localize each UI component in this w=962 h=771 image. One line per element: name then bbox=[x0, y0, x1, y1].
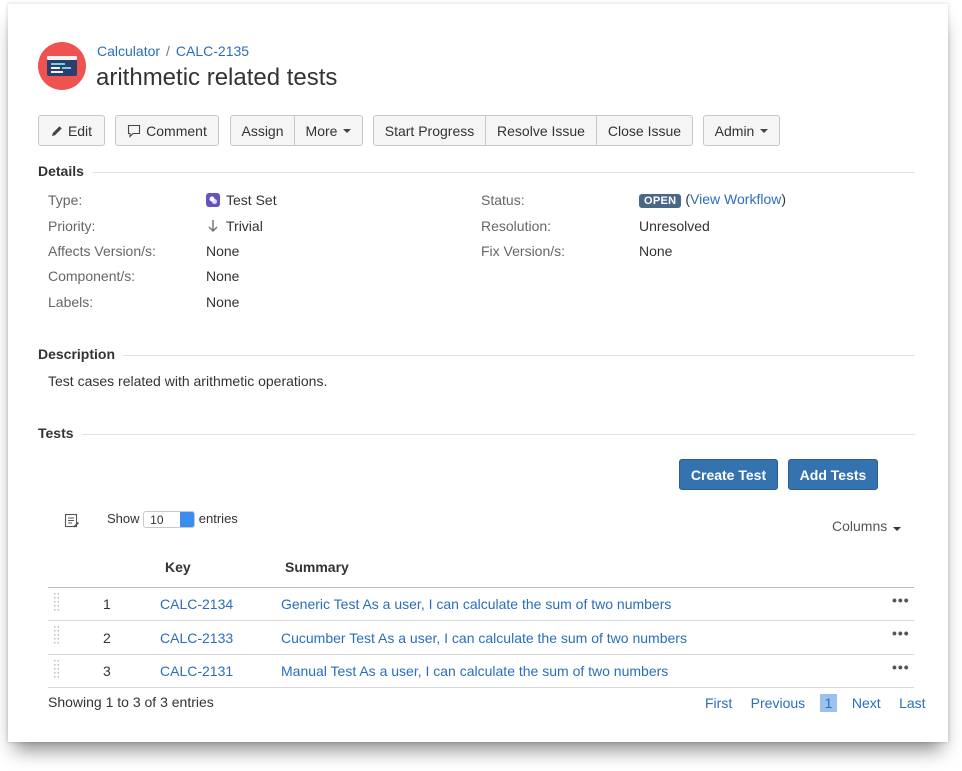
pager-next[interactable]: Next bbox=[852, 695, 881, 711]
description-heading: Description bbox=[38, 346, 124, 362]
select-spinner-icon bbox=[180, 512, 195, 528]
issue-view-card: Calculator / CALC-2135 arithmetic related … bbox=[8, 4, 948, 742]
summary-column-header[interactable]: Summary bbox=[285, 559, 349, 575]
component-value: None bbox=[206, 268, 240, 284]
comment-button[interactable]: Comment bbox=[115, 115, 219, 146]
description-divider bbox=[38, 355, 915, 356]
details-divider bbox=[38, 172, 915, 173]
component-label: Component/s: bbox=[48, 268, 136, 284]
table-row-divider bbox=[48, 654, 914, 655]
pager-current-page[interactable]: 1 bbox=[819, 694, 838, 712]
test-summary-link[interactable]: Generic Test As a user, I can calculate … bbox=[281, 596, 671, 612]
test-key-link[interactable]: CALC-2131 bbox=[160, 663, 233, 679]
add-tests-button[interactable]: Add Tests bbox=[788, 459, 878, 490]
admin-button[interactable]: Admin bbox=[703, 115, 780, 146]
test-set-icon bbox=[206, 193, 220, 207]
affects-version-value: None bbox=[206, 243, 240, 259]
pager-last[interactable]: Last bbox=[899, 695, 925, 711]
row-actions-icon[interactable]: ••• bbox=[892, 592, 910, 608]
entries-label: entries bbox=[198, 511, 238, 526]
view-workflow-link[interactable]: View Workflow bbox=[690, 191, 781, 207]
table-row-divider bbox=[48, 620, 914, 621]
row-number: 3 bbox=[103, 663, 111, 679]
row-number: 2 bbox=[103, 630, 111, 646]
drag-handle-icon[interactable] bbox=[53, 659, 61, 686]
pager-previous[interactable]: Previous bbox=[751, 695, 805, 711]
row-actions-icon[interactable]: ••• bbox=[892, 659, 910, 675]
table-bottom-divider bbox=[48, 687, 914, 688]
resolution-label: Resolution: bbox=[481, 218, 552, 234]
drag-handle-icon[interactable] bbox=[53, 625, 61, 652]
pagination: First Previous 1 Next Last bbox=[705, 694, 926, 713]
status-badge: OPEN bbox=[639, 194, 682, 208]
test-summary-link[interactable]: Manual Test As a user, I can calculate t… bbox=[281, 663, 668, 679]
chevron-down-icon bbox=[343, 128, 352, 133]
resolution-value: Unresolved bbox=[639, 218, 710, 234]
status-label: Status: bbox=[481, 192, 525, 208]
tests-divider bbox=[38, 434, 915, 435]
tests-heading: Tests bbox=[38, 425, 82, 441]
comment-icon bbox=[128, 124, 141, 138]
test-summary-link[interactable]: Cucumber Test As a user, I can calculate… bbox=[281, 630, 687, 646]
columns-dropdown[interactable]: Columns bbox=[832, 518, 902, 534]
showing-entries-text: Showing 1 to 3 of 3 entries bbox=[48, 694, 214, 710]
labels-label: Labels: bbox=[48, 294, 94, 310]
key-column-header[interactable]: Key bbox=[165, 559, 191, 575]
priority-value: Trivial bbox=[206, 218, 263, 234]
breadcrumb: Calculator / CALC-2135 bbox=[97, 43, 250, 59]
labels-value: None bbox=[206, 294, 240, 310]
entries-control: Show 10 entries bbox=[107, 511, 238, 529]
create-test-button[interactable]: Create Test bbox=[679, 459, 778, 490]
table-settings-icon[interactable] bbox=[64, 513, 80, 534]
pencil-icon bbox=[51, 125, 62, 136]
type-value: Test Set bbox=[206, 192, 277, 208]
drag-handle-icon[interactable] bbox=[53, 592, 61, 619]
status-value: OPEN (View Workflow) bbox=[639, 191, 786, 208]
type-label: Type: bbox=[48, 192, 83, 208]
entries-select[interactable]: 10 bbox=[143, 511, 196, 529]
priority-label: Priority: bbox=[48, 218, 96, 234]
breadcrumb-issue-link[interactable]: CALC-2135 bbox=[176, 43, 249, 59]
test-key-link[interactable]: CALC-2133 bbox=[160, 630, 233, 646]
chevron-down-icon bbox=[760, 128, 769, 133]
close-issue-button[interactable]: Close Issue bbox=[597, 115, 693, 146]
resolve-issue-button[interactable]: Resolve Issue bbox=[486, 115, 597, 146]
fix-version-value: None bbox=[639, 243, 673, 259]
project-avatar-icon[interactable] bbox=[38, 42, 86, 90]
affects-version-label: Affects Version/s: bbox=[48, 243, 156, 259]
issue-title: arithmetic related tests bbox=[96, 64, 338, 91]
breadcrumb-project-link[interactable]: Calculator bbox=[97, 43, 160, 59]
row-actions-icon[interactable]: ••• bbox=[892, 625, 910, 641]
description-text: Test cases related with arithmetic opera… bbox=[48, 373, 328, 389]
chevron-down-icon bbox=[893, 527, 902, 531]
fix-version-label: Fix Version/s: bbox=[481, 243, 566, 259]
pager-first[interactable]: First bbox=[705, 695, 732, 711]
edit-button[interactable]: Edit bbox=[38, 115, 105, 146]
table-header-divider bbox=[48, 587, 914, 588]
more-button[interactable]: More bbox=[295, 115, 363, 146]
start-progress-button[interactable]: Start Progress bbox=[373, 115, 486, 146]
assign-button[interactable]: Assign bbox=[230, 115, 295, 146]
arrow-down-icon bbox=[208, 220, 218, 232]
test-key-link[interactable]: CALC-2134 bbox=[160, 596, 233, 612]
show-label: Show bbox=[107, 511, 140, 526]
details-heading: Details bbox=[38, 163, 92, 179]
row-number: 1 bbox=[103, 596, 111, 612]
